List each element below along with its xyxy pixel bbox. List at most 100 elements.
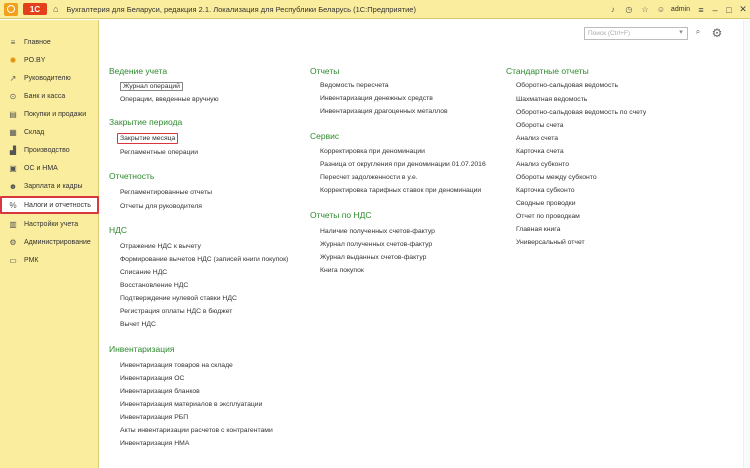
section-title: Закрытие периода — [109, 117, 183, 127]
sidebar-item-warehouse[interactable]: ▦ Склад — [0, 123, 99, 141]
link-vat-item[interactable]: Подтверждение нулевой ставки НДС — [120, 295, 237, 302]
title-bar: 1С ⌂ Бухгалтерия для Беларуси, редакция … — [0, 0, 750, 19]
link-standard-report[interactable]: Анализ субконто — [516, 161, 569, 168]
sidebar-item-bank[interactable]: ⊙ Банк и касса — [0, 87, 99, 105]
sun-icon: ✺ — [9, 55, 17, 65]
link-service-item[interactable]: Пересчет задолженности в у.е. — [320, 174, 418, 181]
sidebar-item-manager[interactable]: ↗ Руководителю — [0, 69, 99, 87]
maximize-icon[interactable]: □ — [722, 5, 736, 15]
sidebar-item-label: PO.BY — [24, 56, 46, 64]
section-title: Ведение учета — [109, 66, 168, 76]
sidebar-item-salary[interactable]: ☻ Зарплата и кадры — [0, 177, 99, 195]
link-regulatory-operations[interactable]: Регламентные операции — [120, 149, 198, 156]
link-regulated-reports[interactable]: Регламентированные отчеты — [120, 189, 212, 196]
link-vat-report-item[interactable]: Журнал полученных счетов-фактур — [320, 241, 432, 248]
bell-icon[interactable]: ♪ — [607, 5, 619, 14]
link-standard-report[interactable]: Универсальный отчет — [516, 239, 585, 246]
section-title: Отчеты по НДС — [310, 210, 372, 220]
link-vat-report-item[interactable]: Книга покупок — [320, 267, 364, 274]
link-inventory-item[interactable]: Инвентаризация бланков — [120, 388, 200, 395]
settings-icon: ▥ — [9, 219, 17, 229]
menu-icon: ≡ — [10, 37, 16, 47]
link-journal[interactable]: Журнал операций — [120, 82, 183, 91]
star-icon[interactable]: ☆ — [639, 5, 651, 14]
link-vat-report-item[interactable]: Журнал выданных счетов-фактур — [320, 254, 426, 261]
link-standard-report[interactable]: Обороты счета — [516, 122, 564, 129]
main-content: Поиск (Ctrl+F) ▾ ⌕ ⚙ Ведение учета Журна… — [100, 20, 750, 468]
scrollbar[interactable] — [743, 20, 750, 468]
link-service-item[interactable]: Корректировка тарифных ставок при деноми… — [320, 187, 481, 194]
minimize-icon[interactable]: – — [708, 5, 722, 15]
sidebar-item-label: Администрирование — [24, 238, 91, 246]
link-vat-item[interactable]: Регистрация оплаты НДС в бюджет — [120, 308, 232, 315]
link-standard-report[interactable]: Отчет по проводкам — [516, 213, 580, 220]
sidebar-item-label: Производство — [24, 146, 70, 154]
chevron-down-icon[interactable]: ▾ — [676, 28, 686, 39]
sidebar-item-purchases[interactable]: ▤ Покупки и продажи — [0, 105, 99, 123]
sidebar-item-taxes[interactable]: % Налоги и отчетность — [0, 196, 99, 214]
link-inventory-item[interactable]: Акты инвентаризации расчетов с контраген… — [120, 427, 273, 434]
link-service-item[interactable]: Корректировка при деноминации — [320, 148, 425, 155]
link-inventory-item[interactable]: Инвентаризация товаров на складе — [120, 362, 233, 369]
sidebar-item-label: Налоги и отчетность — [24, 201, 91, 209]
1c-logo: 1С — [23, 3, 47, 15]
sidebar-item-label: Зарплата и кадры — [24, 182, 83, 190]
window-title: Бухгалтерия для Беларуси, редакция 2.1. … — [66, 4, 416, 14]
link-inventory-item[interactable]: Инвентаризация материалов в эксплуатации — [120, 401, 262, 408]
link-inventory-item[interactable]: Инвентаризация РБП — [120, 414, 188, 421]
link-manual-operations[interactable]: Операции, введенные вручную — [120, 96, 219, 103]
link-vat-item[interactable]: Формирование вычетов НДС (записей книги … — [120, 256, 288, 263]
link-standard-report[interactable]: Оборотно-сальдовая ведомость по счету — [516, 109, 646, 116]
link-vat-report-item[interactable]: Наличие полученных счетов-фактур — [320, 228, 435, 235]
link-standard-report[interactable]: Карточка счета — [516, 148, 564, 155]
gear-icon: ⚙ — [9, 237, 17, 247]
sidebar-item-assets[interactable]: ▣ ОС и НМА — [0, 159, 99, 177]
link-vat-item[interactable]: Списание НДС — [120, 269, 167, 276]
sidebar-item-label: Главное — [24, 38, 51, 46]
warehouse-icon: ▦ — [9, 127, 17, 137]
link-standard-report[interactable]: Главная книга — [516, 226, 560, 233]
sidebar-item-label: Склад — [24, 128, 45, 136]
search-input[interactable]: Поиск (Ctrl+F) — [584, 27, 688, 40]
assets-icon: ▣ — [9, 163, 17, 173]
home-icon[interactable]: ⌂ — [53, 4, 58, 14]
link-standard-report[interactable]: Карточка субконто — [516, 187, 575, 194]
user-icon[interactable]: ☺ — [655, 5, 667, 14]
link-month-closing[interactable]: Закрытие месяца — [117, 133, 179, 144]
link-standard-report[interactable]: Обороты между субконто — [516, 174, 597, 181]
link-vat-item[interactable]: Отражение НДС к вычету — [120, 243, 201, 250]
sidebar-item-accounting-settings[interactable]: ▥ Настройки учета — [0, 215, 99, 233]
link-standard-report[interactable]: Анализ счета — [516, 135, 558, 142]
link-inventory-item[interactable]: Инвентаризация ОС — [120, 375, 184, 382]
link-vat-item[interactable]: Восстановление НДС — [120, 282, 188, 289]
sidebar-item-admin[interactable]: ⚙ Администрирование — [0, 233, 99, 251]
settings-menu-icon[interactable]: ≡ — [694, 5, 708, 15]
close-icon[interactable]: ✕ — [736, 4, 750, 15]
gear-icon[interactable]: ⚙ — [709, 25, 725, 41]
history-icon[interactable]: ◷ — [623, 5, 635, 14]
link-report-item[interactable]: Инвентаризация драгоценных металлов — [320, 108, 448, 115]
link-report-item[interactable]: Ведомость пересчета — [320, 82, 389, 89]
taxes-icon: % — [9, 200, 17, 210]
link-standard-report[interactable]: Оборотно-сальдовая ведомость — [516, 82, 618, 89]
link-report-item[interactable]: Инвентаризация денежных средств — [320, 95, 433, 102]
terminal-icon: ▭ — [9, 255, 17, 265]
sidebar-item-main[interactable]: ≡ Главное — [0, 33, 99, 51]
link-inventory-item[interactable]: Инвентаризация НМА — [120, 440, 189, 447]
link-standard-report[interactable]: Шахматная ведомость — [516, 96, 587, 103]
sidebar-item-production[interactable]: ▟ Производство — [0, 141, 99, 159]
link-manager-reports[interactable]: Отчеты для руководителя — [120, 203, 202, 210]
section-title: Отчетность — [109, 171, 155, 181]
link-service-item[interactable]: Разница от округления при деноминации 01… — [320, 161, 486, 168]
link-vat-item[interactable]: Вычет НДС — [120, 321, 156, 328]
sidebar-item-label: Настройки учета — [24, 220, 79, 228]
search-icon[interactable]: ⌕ — [692, 27, 704, 40]
sidebar-item-label: Банк и касса — [24, 92, 66, 100]
link-standard-report[interactable]: Сводные проводки — [516, 200, 576, 207]
sidebar-item-rmk[interactable]: ▭ РМК — [0, 251, 99, 269]
sidebar-item-poby[interactable]: ✺ PO.BY — [0, 51, 99, 69]
app-menu-icon[interactable] — [4, 2, 18, 16]
section-title: НДС — [109, 225, 128, 235]
user-name[interactable]: admin — [671, 6, 690, 13]
section-title: Отчеты — [310, 66, 340, 76]
